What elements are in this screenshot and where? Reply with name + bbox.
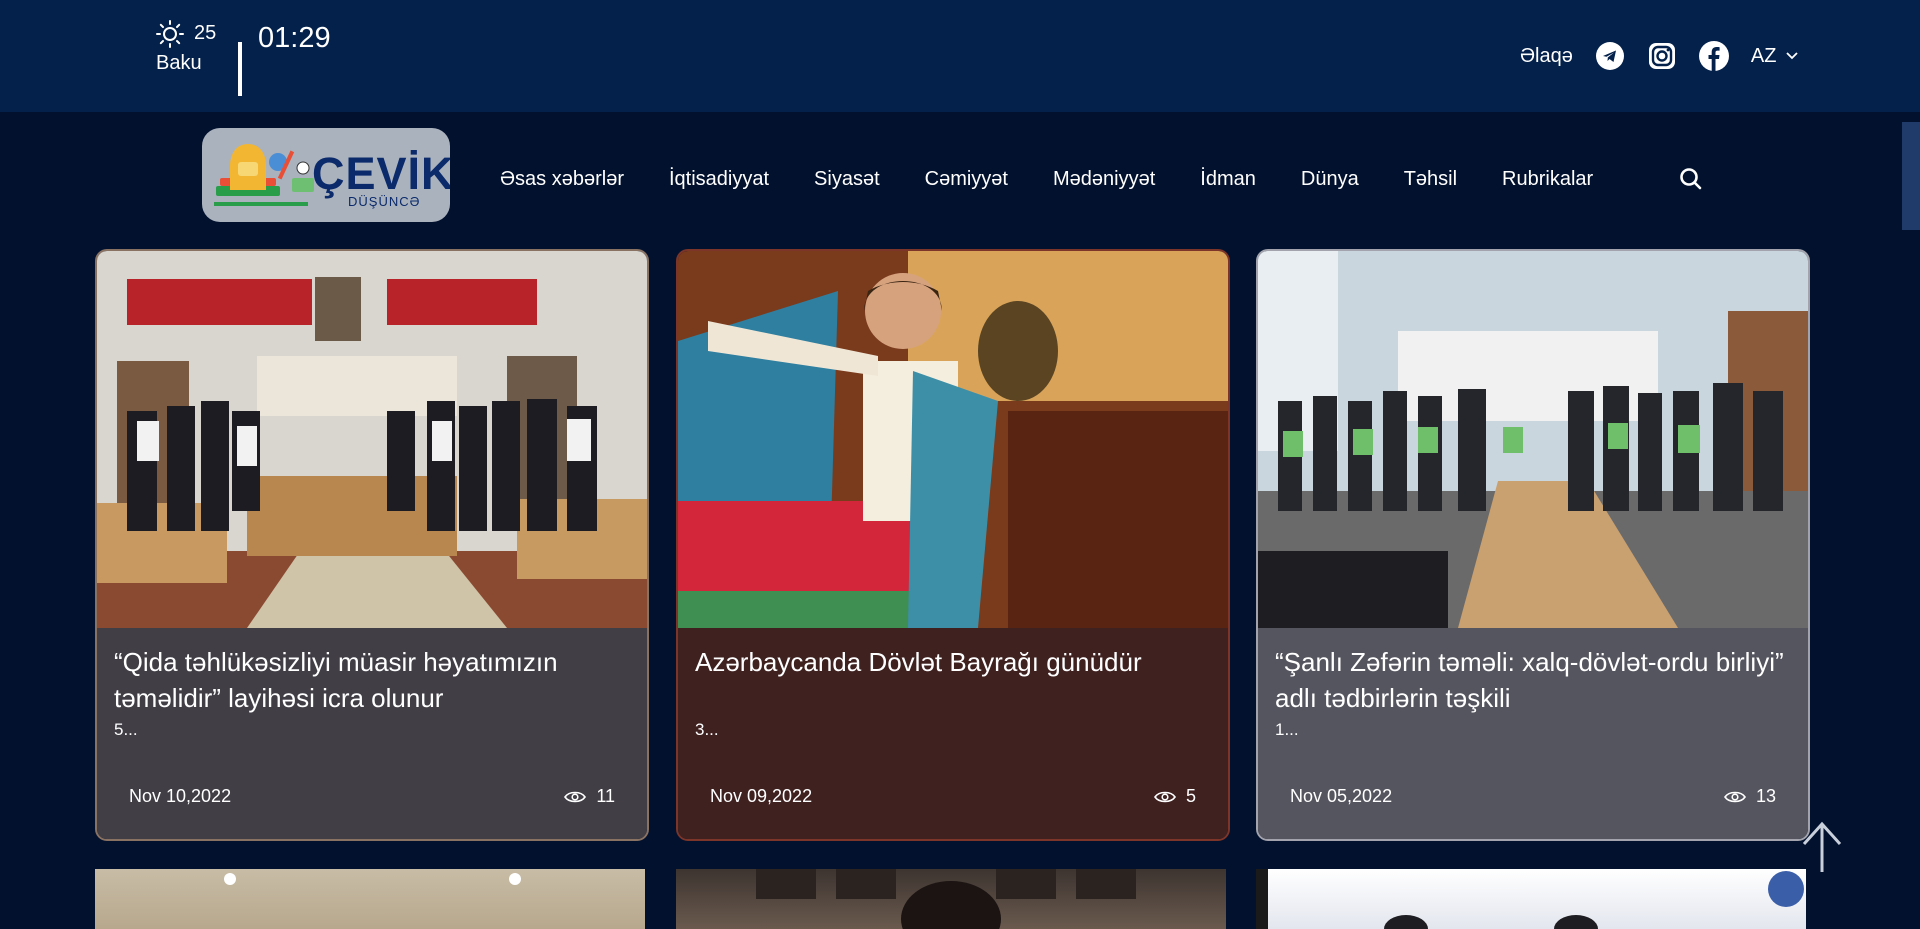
card-title[interactable]: Azərbaycanda Dövlət Bayrağı günüdür [695, 644, 1213, 680]
news-card-partial[interactable] [676, 869, 1226, 929]
logo-illustration [214, 144, 314, 206]
language-selector[interactable]: AZ [1751, 45, 1799, 68]
news-photo [97, 251, 647, 628]
news-photo [1258, 251, 1808, 628]
main-nav-bar: ÇEVİK DÜŞÜNCƏ Əsas xəbərlər İqtisadiyyat… [0, 112, 1920, 240]
card-title[interactable]: “Qida təhlükəsizliyi müasir həyatımızın … [114, 644, 632, 716]
view-count: 13 [1755, 786, 1776, 806]
card-date: Nov 05,2022 [1290, 786, 1393, 806]
clock: 01:29 [258, 22, 331, 54]
eye-icon [564, 791, 587, 802]
news-card-partial[interactable] [1256, 869, 1806, 929]
news-card[interactable]: “Qida təhlükəsizliyi müasir həyatımızın … [95, 249, 649, 841]
nav-item-education[interactable]: Təhsil [1404, 168, 1457, 191]
chevron-down-icon [1786, 52, 1799, 60]
view-count: 11 [596, 786, 615, 806]
card-views: 11 [564, 786, 615, 807]
site-logo[interactable]: ÇEVİK DÜŞÜNCƏ [202, 128, 450, 222]
view-count: 5 [1185, 786, 1196, 806]
back-to-top-arrow-icon[interactable] [1800, 820, 1844, 874]
news-card[interactable]: “Şanlı Zəfərin təməli: xalq-dövlət-ordu … [1256, 249, 1810, 841]
nav-item-politics[interactable]: Siyasət [814, 168, 880, 191]
card-body: “Qida təhlükəsizliyi müasir həyatımızın … [97, 628, 647, 839]
news-photo [1256, 869, 1804, 929]
nav-item-rubrics[interactable]: Rubrikalar [1502, 168, 1593, 191]
card-views: 13 [1724, 786, 1776, 807]
card-body: Azərbaycanda Dövlət Bayrağı günüdür 3...… [678, 628, 1228, 839]
telegram-icon[interactable] [1595, 41, 1625, 71]
card-date: Nov 09,2022 [710, 786, 813, 806]
temperature: 25 [194, 22, 217, 44]
sun-icon [156, 20, 184, 48]
news-card-partial[interactable] [95, 869, 645, 929]
card-excerpt: 1... [1275, 720, 1299, 739]
main-nav: Əsas xəbərlər İqtisadiyyat Siyasət Cəmiy… [500, 168, 1638, 191]
nav-item-sport[interactable]: İdman [1200, 168, 1256, 191]
card-excerpt: 3... [695, 720, 719, 739]
nav-item-society[interactable]: Cəmiyyət [925, 168, 1008, 191]
card-views: 5 [1154, 786, 1196, 807]
nav-item-world[interactable]: Dünya [1301, 168, 1359, 191]
language-label: AZ [1750, 44, 1777, 67]
search-icon[interactable] [1678, 166, 1704, 192]
contact-link[interactable]: Əlaqə [1520, 45, 1573, 68]
news-card[interactable]: Azərbaycanda Dövlət Bayrağı günüdür 3...… [676, 249, 1230, 841]
card-date: Nov 10,2022 [129, 786, 232, 806]
eye-icon [1154, 791, 1176, 802]
news-photo [756, 869, 1136, 929]
top-links: Əlaqə AZ [1520, 38, 1799, 74]
nav-item-main-news[interactable]: Əsas xəbərlər [500, 168, 624, 191]
nav-item-culture[interactable]: Mədəniyyət [1053, 168, 1155, 191]
eye-icon [1724, 791, 1746, 802]
logo-wordmark: ÇEVİK [312, 148, 450, 199]
news-photo [224, 873, 521, 885]
city-name: Baku [156, 52, 202, 74]
logo-subtitle: DÜŞÜNCƏ [348, 194, 421, 209]
facebook-icon[interactable] [1698, 41, 1729, 71]
divider [238, 42, 242, 96]
card-title[interactable]: “Şanlı Zəfərin təməli: xalq-dövlət-ordu … [1275, 644, 1793, 716]
top-bar: 25 Baku 01:29 Əlaqə AZ [0, 0, 1920, 112]
card-body: “Şanlı Zəfərin təməli: xalq-dövlət-ordu … [1258, 628, 1808, 839]
instagram-icon[interactable] [1647, 41, 1677, 71]
news-photo [678, 251, 1228, 628]
nav-item-economy[interactable]: İqtisadiyyat [669, 168, 769, 191]
card-excerpt: 5... [114, 720, 138, 739]
